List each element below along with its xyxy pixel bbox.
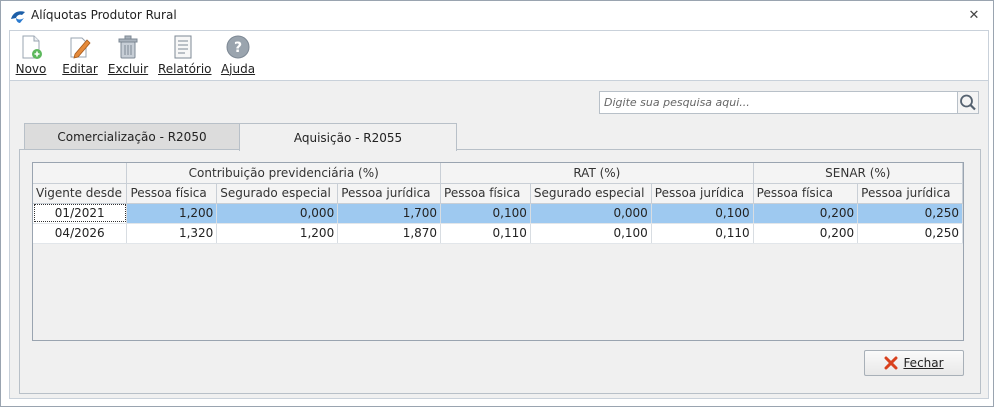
toolbar: Novo Editar Excluir Relatório ? Ajuda [9,30,989,80]
delete-button-label: Excluir [107,62,149,76]
column-header[interactable]: Pessoa física [440,183,531,204]
group-header-rat: RAT (%) [440,163,754,184]
help-button[interactable]: ? Ajuda [220,34,256,78]
table-cell[interactable]: 1,200 [126,203,218,224]
table-cell[interactable]: 04/2026 [33,223,128,244]
column-header[interactable]: Pessoa jurídica [337,183,442,204]
column-header[interactable]: Segurado especial [530,183,652,204]
column-header[interactable]: Pessoa física [753,183,859,204]
aliquotas-grid[interactable]: Contribuição previdenciária (%) RAT (%) … [32,162,964,341]
search-icon [960,94,976,111]
column-header[interactable]: Vigente desde [33,183,128,204]
table-cell[interactable]: 0,100 [651,203,754,224]
new-button-label: Novo [15,62,47,76]
aliquotas-table: Contribuição previdenciária (%) RAT (%) … [33,163,963,244]
app-logo-icon [11,11,25,23]
report-button-label: Relatório [158,62,212,76]
help-button-label: Ajuda [220,62,256,76]
column-header[interactable]: Pessoa física [126,183,218,204]
help-icon: ? [226,35,250,59]
group-header-contribuicao: Contribuição previdenciária (%) [126,163,442,184]
table-cell[interactable]: 01/2021 [33,203,128,224]
window-title: Alíquotas Produtor Rural [31,8,177,22]
search-input[interactable] [599,91,958,114]
table-row[interactable]: 04/2026 1,320 1,200 1,870 0,110 0,100 0,… [33,223,963,244]
close-window-icon[interactable]: ✕ [967,9,981,23]
edit-pencil-icon [70,37,91,59]
tab-panel: Contribuição previdenciária (%) RAT (%) … [19,149,981,394]
report-icon [174,35,192,59]
table-cell[interactable]: 0,110 [440,223,531,244]
delete-button[interactable]: Excluir [106,34,150,78]
column-header[interactable]: Segurado especial [216,183,339,204]
close-button[interactable]: Fechar [864,350,964,376]
new-button[interactable]: Novo [14,34,48,78]
edit-button[interactable]: Editar [60,34,100,78]
table-cell[interactable]: 0,000 [530,203,652,224]
tab-comercializacao-label: Comercialização - R2050 [57,129,207,144]
column-header-row: Vigente desde Pessoa física Segurado esp… [33,183,963,204]
tab-comercializacao[interactable]: Comercialização - R2050 [24,123,240,150]
close-red-x-icon [884,356,898,370]
table-cell[interactable]: 0,200 [753,203,859,224]
table-cell[interactable]: 0,100 [440,203,531,224]
group-header-row: Contribuição previdenciária (%) RAT (%) … [33,163,963,184]
column-header[interactable]: Pessoa jurídica [651,183,754,204]
table-cell[interactable]: 0,000 [216,203,339,224]
report-button[interactable]: Relatório [158,34,212,78]
main-window: Alíquotas Produtor Rural ✕ Novo Editar E… [0,0,994,407]
title-bar: Alíquotas Produtor Rural ✕ [1,1,993,30]
table-cell[interactable]: 0,200 [753,223,859,244]
table-cell[interactable]: 1,700 [337,203,442,224]
close-button-label: Fechar [903,356,944,370]
tab-aquisicao-label: Aquisição - R2055 [293,130,403,145]
new-document-icon [22,35,42,59]
table-cell[interactable]: 1,870 [337,223,442,244]
edit-button-label: Editar [62,62,98,76]
column-header[interactable]: Pessoa jurídica [857,183,963,204]
search-button[interactable] [957,91,979,114]
table-cell[interactable]: 1,200 [216,223,339,244]
trash-icon [118,35,138,59]
content-area: Comercialização - R2050 Aquisição - R205… [9,80,989,399]
table-cell[interactable]: 1,320 [126,223,218,244]
group-header-blank [33,163,128,184]
table-cell[interactable]: 0,250 [857,223,963,244]
tab-aquisicao[interactable]: Aquisição - R2055 [239,123,457,151]
svg-text:?: ? [234,40,242,56]
table-cell[interactable]: 0,110 [651,223,754,244]
table-cell[interactable]: 0,250 [857,203,963,224]
table-row[interactable]: 01/2021 1,200 0,000 1,700 0,100 0,000 0,… [33,203,963,224]
group-header-senar: SENAR (%) [753,163,963,184]
table-cell[interactable]: 0,100 [530,223,652,244]
